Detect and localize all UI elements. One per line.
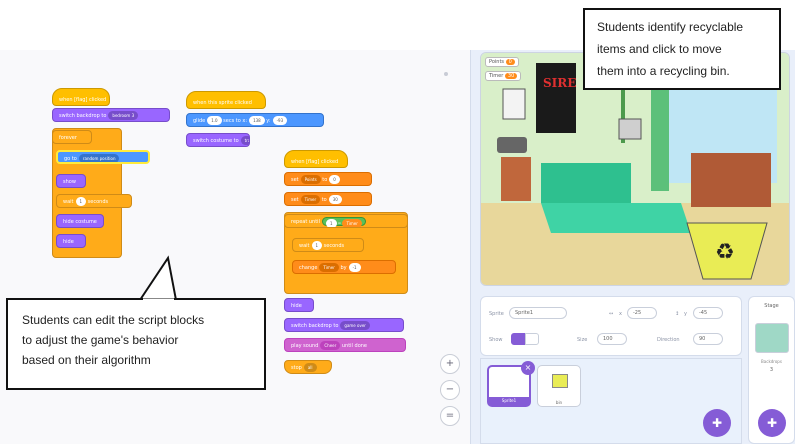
recycle-icon: ♻	[715, 240, 735, 265]
sprite-label: Sprite	[489, 311, 504, 317]
callout-line: them into a recycling bin.	[597, 64, 730, 78]
backdrops-count: 3	[769, 367, 774, 373]
sprite-thumb-label: Sprite1	[489, 397, 529, 405]
size-label: Size	[577, 337, 588, 343]
delete-sprite-icon[interactable]: ×	[521, 361, 535, 375]
size-input[interactable]: 100	[597, 333, 627, 345]
y-position-icon: ↕	[675, 311, 680, 317]
bin-thumb-icon	[552, 374, 568, 388]
stage-panel-title: Stage	[764, 303, 779, 309]
callout-line: based on their algorithm	[22, 353, 151, 367]
radio	[497, 137, 527, 153]
monitor-value: 0	[505, 59, 515, 65]
can-sprite[interactable]	[618, 118, 642, 140]
x-position-icon: ↔	[609, 311, 614, 317]
monitor-label: Points	[489, 59, 505, 65]
direction-label: Direction	[657, 337, 680, 343]
y-label: y	[684, 311, 687, 317]
backdrops-label: Backdrops	[761, 359, 782, 364]
sprite-name-input[interactable]: Sprite1	[509, 307, 567, 319]
sprite-thumb-label: bin	[555, 400, 563, 405]
bed	[541, 203, 691, 233]
show-label: Show	[489, 337, 503, 343]
nightstand	[501, 157, 531, 201]
sprite-list: Sprite1 × bin ✚	[480, 358, 742, 444]
monitor-value: 30	[504, 73, 518, 79]
top-callout: Students identify recyclable items and c…	[583, 8, 781, 90]
show-hidden-toggle[interactable]	[525, 333, 539, 345]
callout-line: Students can edit the script blocks	[22, 313, 205, 327]
y-input[interactable]: -45	[693, 307, 723, 319]
sprite-thumb-selected[interactable]: Sprite1 ×	[487, 361, 535, 407]
dresser	[691, 153, 771, 207]
add-backdrop-button[interactable]: ✚	[758, 409, 786, 437]
show-visible-toggle[interactable]	[511, 333, 525, 345]
monitor-label: Timer	[489, 73, 504, 79]
calendar	[502, 88, 526, 120]
stage-panel[interactable]: Stage Backdrops 3 ✚	[748, 296, 795, 444]
x-label: x	[619, 311, 622, 317]
add-sprite-button[interactable]: ✚	[703, 409, 731, 437]
sprite-thumb[interactable]: bin	[537, 365, 581, 407]
backdrop-icon: ✚	[766, 416, 778, 430]
callout-line: items and click to move	[597, 42, 722, 56]
stage-thumb[interactable]	[755, 323, 789, 353]
cat-icon: ✚	[711, 416, 723, 430]
poster	[536, 63, 576, 133]
points-monitor: Points 0	[485, 57, 519, 67]
x-input[interactable]: -25	[627, 307, 657, 319]
poster-text: SIRE	[543, 76, 576, 90]
direction-input[interactable]: 90	[693, 333, 723, 345]
callout-line: to adjust the game's behavior	[22, 333, 179, 347]
callout-line: Students identify recyclable	[597, 20, 744, 34]
bottom-callout-pointer	[138, 255, 178, 301]
timer-monitor: Timer 30	[485, 71, 522, 81]
sprite-info-panel: Sprite Sprite1 ↔ x -25 ↕ y -45 Show Size…	[480, 296, 742, 356]
bottom-callout: Students can edit the script blocks to a…	[6, 298, 266, 390]
